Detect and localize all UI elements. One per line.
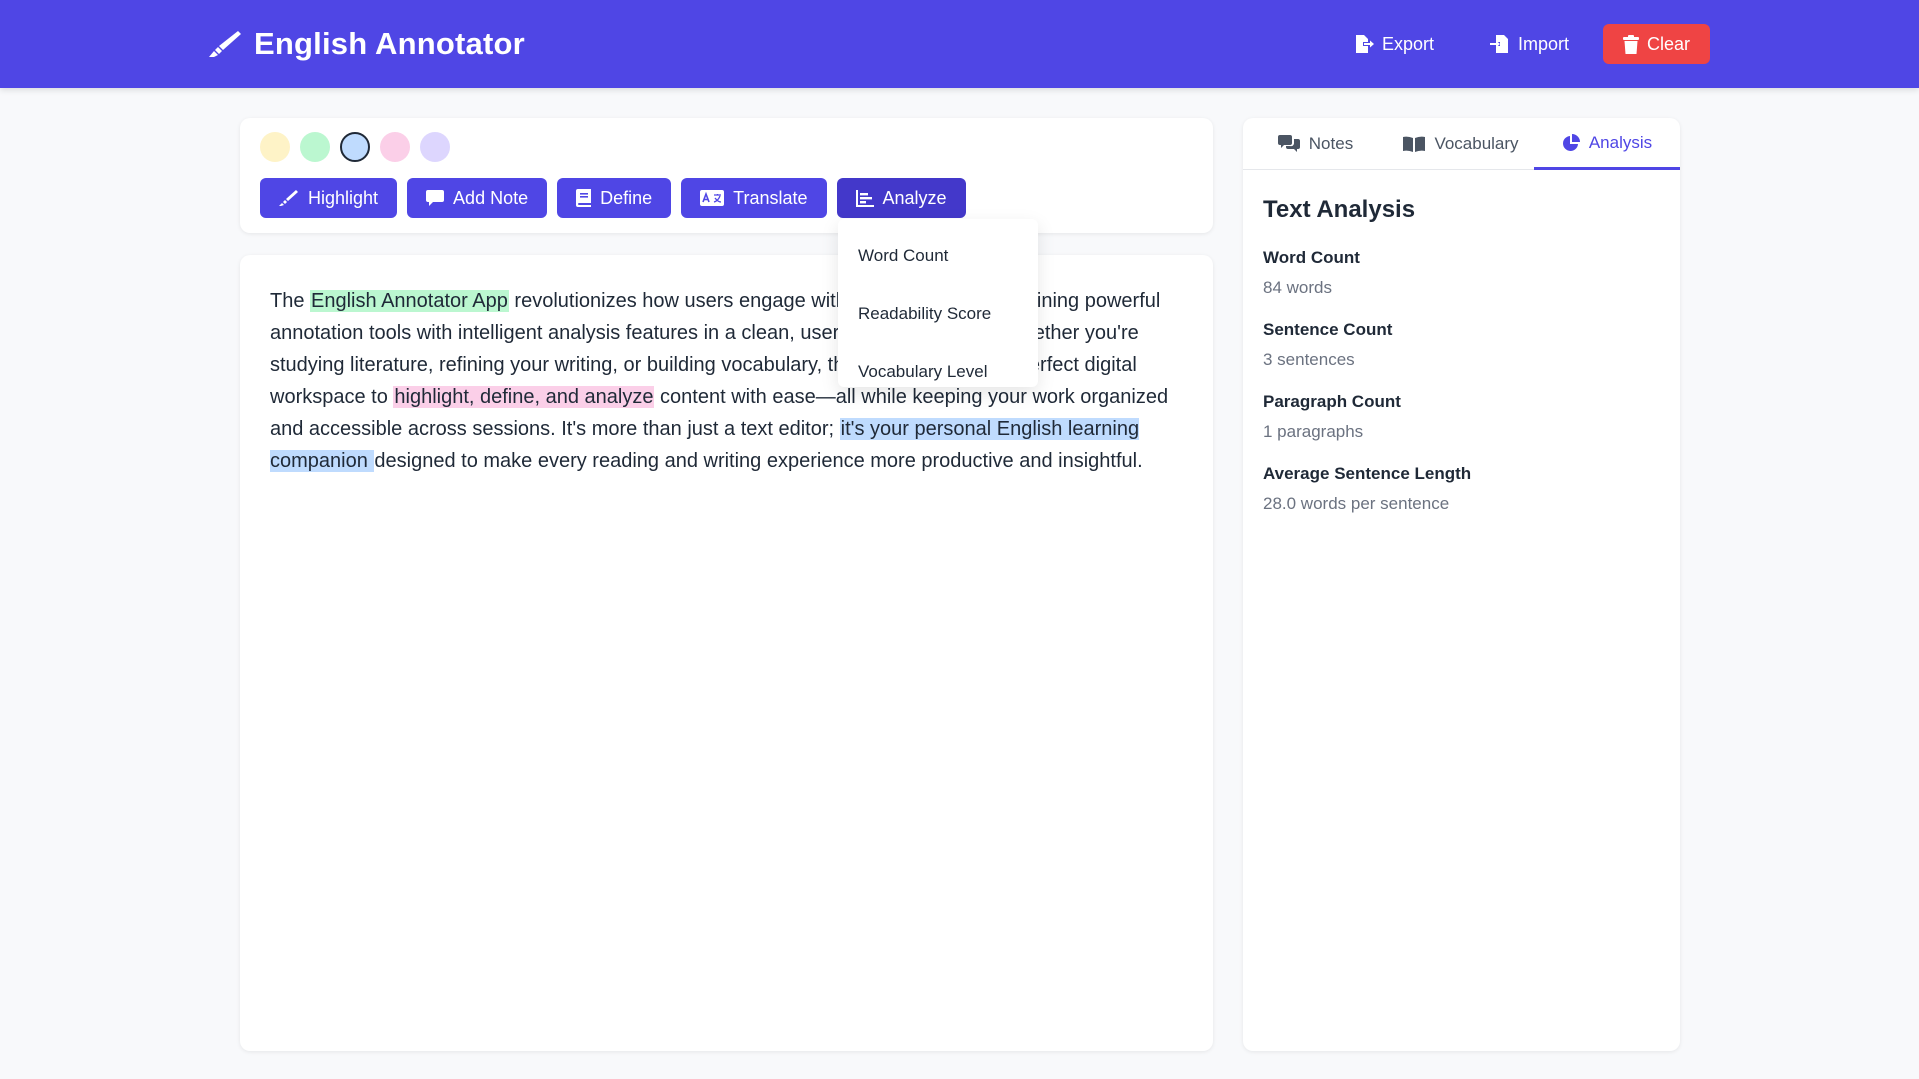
swatch-purple[interactable] (420, 132, 450, 162)
menu-item-word-count[interactable]: Word Count (838, 227, 1038, 285)
stat-value: 3 sentences (1263, 350, 1355, 369)
analysis-panel: Text Analysis Word Count 84 words Senten… (1263, 196, 1663, 536)
text-segment: designed to make every reading and writi… (374, 450, 1143, 472)
analyze-dropdown: Word Count Readability Score Vocabulary … (838, 219, 1038, 387)
swatch-blue[interactable] (340, 132, 370, 162)
comments-icon (1277, 135, 1300, 153)
highlight-pink[interactable]: highlight, define, and analyze (393, 386, 655, 408)
tab-notes[interactable]: Notes (1243, 118, 1388, 170)
app-header: English Annotator Export Import Clear (0, 0, 1919, 88)
highlight-green[interactable]: English Annotator App (310, 290, 509, 312)
clear-button[interactable]: Clear (1603, 24, 1710, 64)
editor-card[interactable]: The English Annotator App revolutionizes… (240, 255, 1213, 1051)
book-icon (576, 189, 592, 207)
swatch-pink[interactable] (380, 132, 410, 162)
swatch-yellow[interactable] (260, 132, 290, 162)
color-swatches (260, 132, 450, 162)
menu-item-readability-score[interactable]: Readability Score (838, 285, 1038, 343)
side-tabs: Notes Vocabulary Analysis (1243, 118, 1680, 170)
define-button[interactable]: Define (557, 178, 672, 218)
tab-analysis[interactable]: Analysis (1534, 118, 1680, 170)
trash-icon (1622, 34, 1639, 54)
tab-vocabulary-label: Vocabulary (1434, 134, 1519, 153)
tab-vocabulary[interactable]: Vocabulary (1388, 118, 1534, 170)
stat-value: 28.0 words per sentence (1263, 494, 1450, 513)
book-open-icon (1403, 136, 1426, 152)
brand: English Annotator (208, 24, 525, 64)
chart-bar-icon (855, 189, 874, 207)
stat-label: Sentence Count (1263, 320, 1393, 339)
highlight-label: Highlight (308, 187, 379, 208)
export-label: Export (1382, 33, 1435, 54)
tool-buttons: Highlight Add Note Define Translate Anal… (260, 178, 966, 218)
stat-sentence-count: Sentence Count 3 sentences (1263, 320, 1663, 370)
text-segment: The (270, 290, 311, 312)
tab-analysis-label: Analysis (1588, 132, 1653, 152)
analyze-button[interactable]: Analyze (836, 178, 966, 218)
language-icon (700, 190, 725, 206)
analyze-label: Analyze (882, 187, 947, 208)
highlighter-icon (208, 29, 242, 59)
side-panel: Notes Vocabulary Analysis Text Analysis (1243, 118, 1680, 1051)
define-label: Define (600, 187, 653, 208)
file-export-icon (1354, 34, 1374, 54)
clear-label: Clear (1646, 33, 1690, 54)
stat-average-sentence-length: Average Sentence Length 28.0 words per s… (1263, 464, 1663, 514)
panel-title: Text Analysis (1263, 196, 1416, 223)
editor-content[interactable]: The English Annotator App revolutionizes… (270, 285, 1190, 477)
export-button[interactable]: Export (1342, 24, 1446, 64)
stat-label: Average Sentence Length (1263, 464, 1472, 483)
app-title: English Annotator (254, 26, 525, 61)
import-label: Import (1518, 33, 1570, 54)
toolbar-card: Highlight Add Note Define Translate Anal… (240, 118, 1213, 233)
add-note-button[interactable]: Add Note (407, 178, 548, 218)
highlight-button[interactable]: Highlight (260, 178, 398, 218)
swatch-green[interactable] (300, 132, 330, 162)
translate-label: Translate (733, 187, 808, 208)
stat-label: Word Count (1263, 248, 1360, 267)
stat-value: 1 paragraphs (1263, 422, 1364, 441)
stat-word-count: Word Count 84 words (1263, 248, 1663, 298)
stat-label: Paragraph Count (1263, 392, 1401, 411)
chart-pie-icon (1562, 133, 1580, 152)
stat-value: 84 words (1263, 278, 1332, 297)
add-note-label: Add Note (453, 187, 529, 208)
tab-notes-label: Notes (1308, 134, 1354, 153)
import-button[interactable]: Import (1478, 24, 1581, 64)
stat-paragraph-count: Paragraph Count 1 paragraphs (1263, 392, 1663, 442)
highlighter-icon (279, 189, 299, 207)
menu-item-vocabulary-level[interactable]: Vocabulary Level (838, 343, 1038, 401)
comment-icon (426, 189, 445, 207)
file-import-icon (1490, 34, 1510, 54)
translate-button[interactable]: Translate (681, 178, 827, 218)
